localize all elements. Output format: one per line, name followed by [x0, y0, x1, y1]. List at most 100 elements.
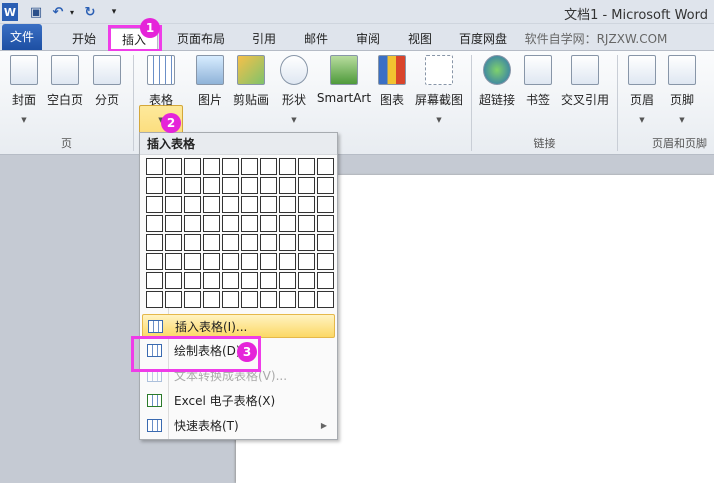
cross-reference-button[interactable]: 交叉引用	[558, 55, 612, 108]
grid-cell[interactable]	[279, 253, 296, 270]
grid-cell[interactable]	[260, 291, 277, 308]
grid-cell[interactable]	[165, 158, 182, 175]
blank-page-button[interactable]: 空白页	[44, 55, 86, 108]
grid-cell[interactable]	[317, 196, 334, 213]
tab-home[interactable]: 开始	[60, 28, 108, 50]
grid-cell[interactable]	[260, 177, 277, 194]
table-size-grid[interactable]	[146, 158, 334, 308]
grid-cell[interactable]	[184, 177, 201, 194]
grid-cell[interactable]	[317, 291, 334, 308]
tab-mailings[interactable]: 邮件	[296, 28, 336, 50]
grid-cell[interactable]	[279, 196, 296, 213]
grid-cell[interactable]	[298, 291, 315, 308]
grid-cell[interactable]	[279, 272, 296, 289]
grid-cell[interactable]	[203, 215, 220, 232]
grid-cell[interactable]	[222, 272, 239, 289]
grid-cell[interactable]	[298, 158, 315, 175]
grid-cell[interactable]	[279, 215, 296, 232]
grid-cell[interactable]	[279, 291, 296, 308]
customize-toolbar-icon[interactable]: ▾	[106, 3, 122, 21]
grid-cell[interactable]	[222, 158, 239, 175]
menu-item-excel-spreadsheet[interactable]: Excel 电子表格(X)	[142, 389, 335, 413]
grid-cell[interactable]	[317, 177, 334, 194]
grid-cell[interactable]	[184, 215, 201, 232]
grid-cell[interactable]	[165, 215, 182, 232]
tab-view[interactable]: 视图	[400, 28, 440, 50]
grid-cell[interactable]	[260, 253, 277, 270]
grid-cell[interactable]	[241, 272, 258, 289]
grid-cell[interactable]	[146, 272, 163, 289]
word-app-icon[interactable]: W	[2, 3, 18, 21]
grid-cell[interactable]	[260, 158, 277, 175]
grid-cell[interactable]	[241, 215, 258, 232]
tab-baidu-netdisk[interactable]: 百度网盘	[452, 28, 514, 50]
tab-references[interactable]: 引用	[244, 28, 284, 50]
tab-review[interactable]: 审阅	[348, 28, 388, 50]
grid-cell[interactable]	[184, 253, 201, 270]
menu-item-quick-tables[interactable]: 快速表格(T) ▶	[142, 414, 335, 438]
grid-cell[interactable]	[317, 253, 334, 270]
bookmark-button[interactable]: 书签	[522, 55, 554, 108]
clip-art-button[interactable]: 剪贴画	[230, 55, 272, 108]
grid-cell[interactable]	[298, 196, 315, 213]
grid-cell[interactable]	[203, 196, 220, 213]
grid-cell[interactable]	[241, 291, 258, 308]
grid-cell[interactable]	[298, 272, 315, 289]
hyperlink-button[interactable]: 超链接	[476, 55, 518, 108]
screenshot-button[interactable]: 屏幕截图 ▼	[412, 55, 466, 124]
grid-cell[interactable]	[184, 158, 201, 175]
cover-page-button[interactable]: 封面 ▼	[6, 55, 42, 124]
grid-cell[interactable]	[165, 253, 182, 270]
grid-cell[interactable]	[146, 158, 163, 175]
grid-cell[interactable]	[146, 253, 163, 270]
grid-cell[interactable]	[203, 158, 220, 175]
grid-cell[interactable]	[203, 272, 220, 289]
grid-cell[interactable]	[317, 272, 334, 289]
grid-cell[interactable]	[146, 215, 163, 232]
grid-cell[interactable]	[222, 177, 239, 194]
grid-cell[interactable]	[260, 215, 277, 232]
grid-cell[interactable]	[146, 291, 163, 308]
grid-cell[interactable]	[298, 177, 315, 194]
footer-button[interactable]: 页脚 ▼	[664, 55, 700, 124]
grid-cell[interactable]	[203, 291, 220, 308]
grid-cell[interactable]	[165, 177, 182, 194]
grid-cell[interactable]	[203, 234, 220, 251]
page-break-button[interactable]: 分页	[90, 55, 124, 108]
grid-cell[interactable]	[203, 177, 220, 194]
grid-cell[interactable]	[222, 291, 239, 308]
grid-cell[interactable]	[165, 272, 182, 289]
grid-cell[interactable]	[165, 234, 182, 251]
grid-cell[interactable]	[260, 234, 277, 251]
tab-page-layout[interactable]: 页面布局	[170, 28, 232, 50]
grid-cell[interactable]	[241, 196, 258, 213]
grid-cell[interactable]	[241, 234, 258, 251]
shapes-button[interactable]: 形状 ▼	[276, 55, 312, 124]
grid-cell[interactable]	[298, 234, 315, 251]
grid-cell[interactable]	[260, 196, 277, 213]
grid-cell[interactable]	[146, 234, 163, 251]
grid-cell[interactable]	[184, 272, 201, 289]
redo-icon[interactable]: ↻	[82, 3, 98, 21]
grid-cell[interactable]	[165, 291, 182, 308]
grid-cell[interactable]	[279, 234, 296, 251]
tab-file[interactable]: 文件	[2, 24, 42, 50]
grid-cell[interactable]	[298, 253, 315, 270]
undo-dropdown-icon[interactable]: ▾	[64, 3, 80, 21]
grid-cell[interactable]	[279, 177, 296, 194]
grid-cell[interactable]	[241, 253, 258, 270]
grid-cell[interactable]	[165, 196, 182, 213]
grid-cell[interactable]	[203, 253, 220, 270]
save-icon[interactable]: ▣	[28, 3, 44, 21]
header-button[interactable]: 页眉 ▼	[624, 55, 660, 124]
grid-cell[interactable]	[184, 234, 201, 251]
grid-cell[interactable]	[279, 158, 296, 175]
grid-cell[interactable]	[260, 272, 277, 289]
grid-cell[interactable]	[317, 234, 334, 251]
picture-button[interactable]: 图片	[192, 55, 228, 108]
menu-item-insert-table[interactable]: 插入表格(I)...	[142, 314, 335, 338]
grid-cell[interactable]	[222, 196, 239, 213]
grid-cell[interactable]	[317, 215, 334, 232]
grid-cell[interactable]	[146, 177, 163, 194]
grid-cell[interactable]	[184, 291, 201, 308]
